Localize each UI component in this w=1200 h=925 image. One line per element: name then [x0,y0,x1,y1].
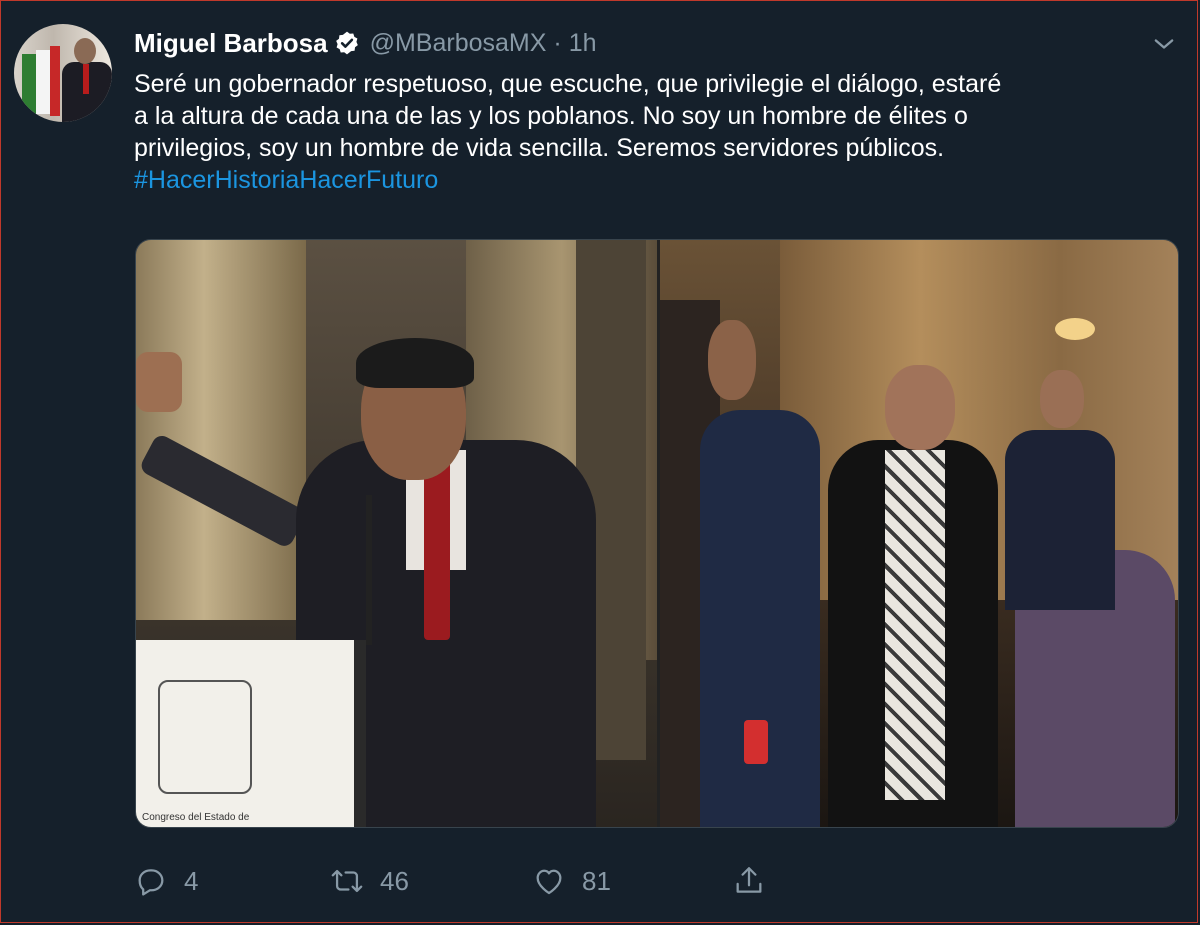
avatar-person-tie [83,64,89,94]
tweet-header: Miguel Barbosa @MBarbosaMX · 1h [134,26,597,60]
like-count: 81 [582,865,611,896]
tweet-text-line: a la altura de cada una de las y los pob… [134,102,968,130]
photo-chandelier [1055,318,1095,340]
media-gallery[interactable]: Congreso del Estado de [135,239,1179,828]
avatar-flag-green [22,54,36,114]
reply-button[interactable]: 4 [134,856,198,906]
avatar-person-head [74,38,96,64]
hashtag-link[interactable]: #HacerHistoriaHacerFuturo [134,164,1179,196]
verified-badge-icon [335,31,358,55]
share-button[interactable] [732,856,766,906]
photo-hair [356,338,474,388]
photo-phone [744,720,768,764]
header-separator: · [553,28,562,57]
photo-raised-hand [136,352,182,412]
heart-icon [536,869,562,895]
photo-woman-head [885,365,955,450]
photo-woman-scarf [885,450,945,800]
reply-icon [138,869,164,896]
photo-wall-panel [136,240,306,620]
reply-count: 4 [184,865,199,896]
photo-microphone [366,495,372,645]
author-handle[interactable]: @MBarbosaMX [370,29,547,58]
retweet-button[interactable]: 46 [330,856,409,906]
tweet-text-line: privilegios, soy un hombre de vida senci… [134,134,945,162]
avatar[interactable] [14,24,112,122]
photo-governor-oath[interactable]: Congreso del Estado de [136,240,657,827]
retweet-count: 46 [380,865,409,896]
avatar-flag-white [36,50,50,114]
retweet-icon [331,869,363,893]
photo-man-suit [700,410,820,827]
share-icon [736,867,762,893]
tweet-text-line: Seré un gobernador respetuoso, que escuc… [134,70,1002,98]
podium-seal-text: Congreso del Estado de [142,812,250,823]
tweet-actions: 4 46 81 [134,856,1179,906]
chevron-down-icon[interactable] [1150,30,1178,58]
photo-tie [424,460,450,640]
tweet-text: Seré un gobernador respetuoso, que escuc… [134,68,1179,196]
author-name[interactable]: Miguel Barbosa [134,28,328,59]
photo-back-man-head [1040,370,1084,428]
photo-back-man [1005,430,1115,610]
photo-man-head [708,320,756,400]
podium-seal [158,680,252,794]
like-button[interactable]: 81 [532,856,611,906]
avatar-flag-red [50,46,60,116]
tweet-timestamp[interactable]: 1h [569,29,597,58]
photo-audience-oath[interactable] [660,240,1178,827]
tweet-card[interactable]: Miguel Barbosa @MBarbosaMX · 1h Seré un … [0,0,1200,925]
